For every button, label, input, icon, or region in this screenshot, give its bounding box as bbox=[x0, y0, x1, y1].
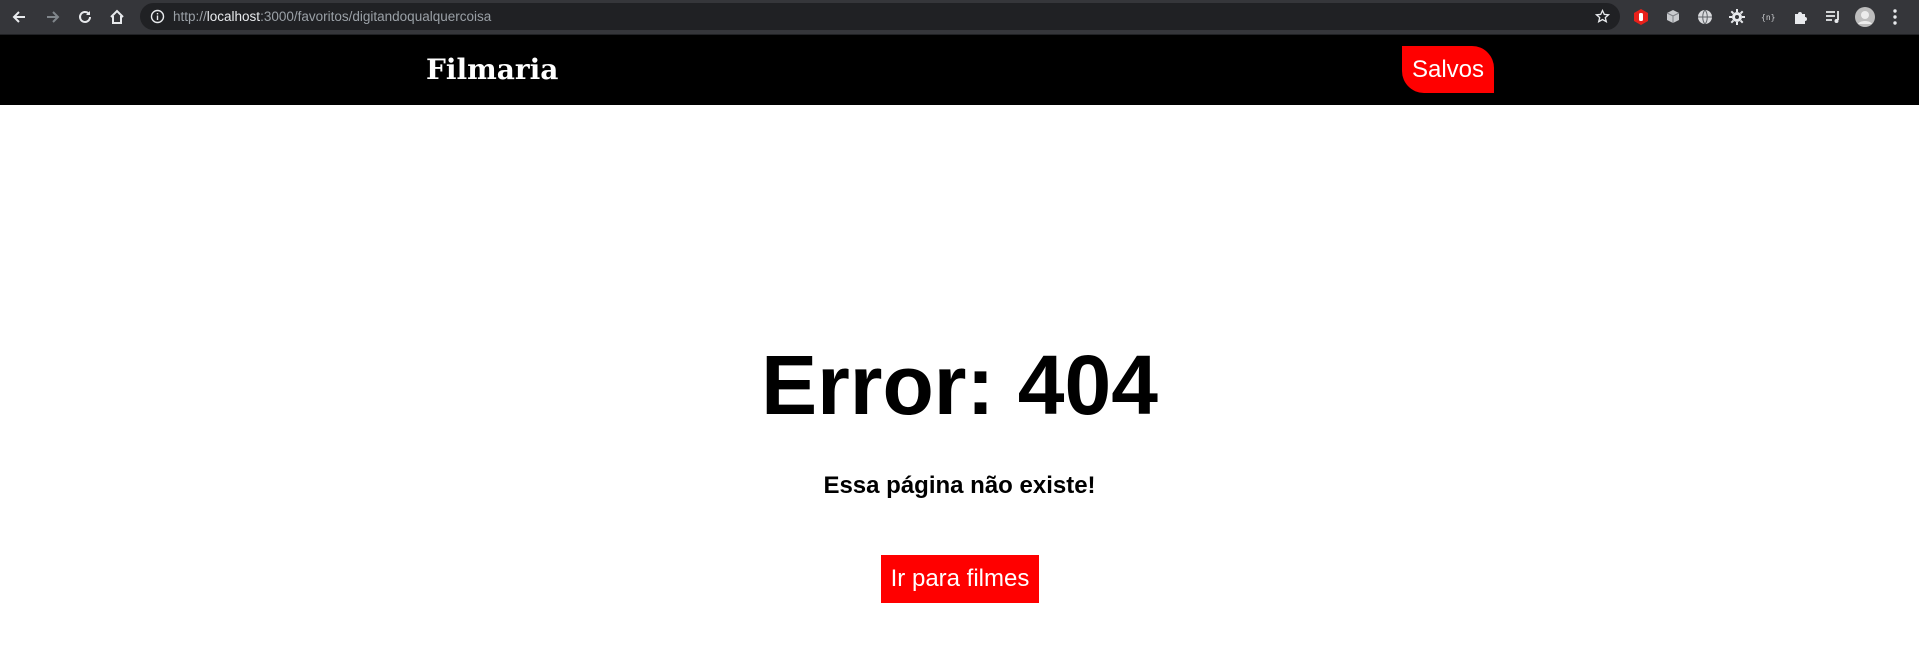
error-title: Error: 404 bbox=[761, 338, 1158, 432]
error-page: Error: 404 Essa página não existe! Ir pa… bbox=[0, 105, 1919, 668]
error-message: Essa página não existe! bbox=[823, 472, 1096, 499]
menu-dots-icon[interactable] bbox=[1884, 6, 1906, 28]
site-logo[interactable]: Filmaria bbox=[426, 52, 558, 88]
extension-globe-icon[interactable] bbox=[1694, 6, 1716, 28]
svg-text:{n}: {n} bbox=[1761, 13, 1775, 22]
star-icon[interactable] bbox=[1594, 8, 1611, 29]
reload-icon[interactable] bbox=[72, 4, 98, 30]
profile-avatar-icon[interactable] bbox=[1854, 6, 1876, 28]
extension-code-icon[interactable]: {n} bbox=[1758, 6, 1780, 28]
extension-hand-icon[interactable] bbox=[1630, 6, 1652, 28]
media-queue-icon[interactable] bbox=[1822, 6, 1844, 28]
saved-button[interactable]: Salvos bbox=[1402, 46, 1494, 93]
info-icon[interactable] bbox=[150, 9, 165, 29]
puzzle-icon[interactable] bbox=[1790, 6, 1812, 28]
home-icon[interactable] bbox=[104, 4, 130, 30]
url-text[interactable]: http://localhost:3000/favoritos/digitand… bbox=[173, 3, 491, 30]
browser-toolbar: http://localhost:3000/favoritos/digitand… bbox=[0, 0, 1919, 34]
extension-box-icon[interactable] bbox=[1662, 6, 1684, 28]
forward-icon[interactable] bbox=[40, 4, 66, 30]
address-bar[interactable]: http://localhost:3000/favoritos/digitand… bbox=[140, 3, 1620, 30]
back-icon[interactable] bbox=[6, 4, 32, 30]
extension-gear-icon[interactable] bbox=[1726, 6, 1748, 28]
app-header: Filmaria Salvos bbox=[0, 35, 1919, 105]
go-to-movies-button[interactable]: Ir para filmes bbox=[881, 555, 1039, 603]
